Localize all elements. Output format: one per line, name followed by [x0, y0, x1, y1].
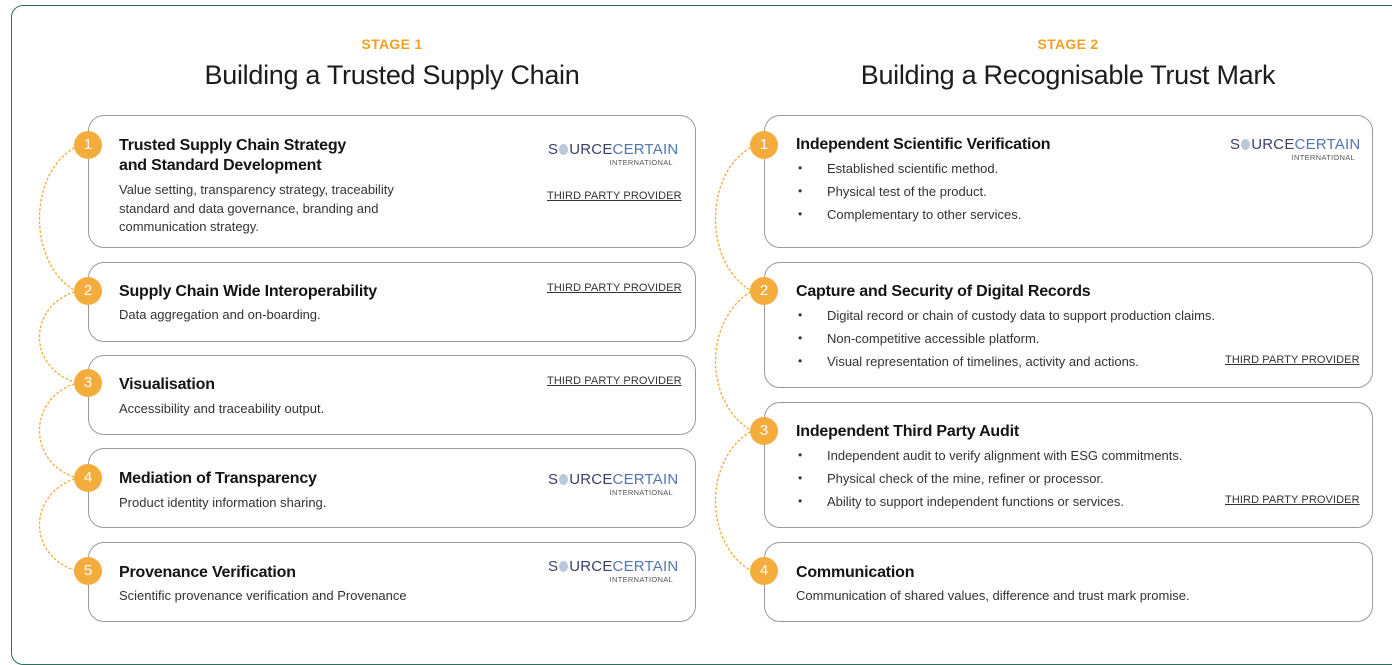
step-number-badge: 2: [74, 277, 102, 305]
step-number-badge: 3: [74, 369, 102, 397]
step-title: Supply Chain Wide Interoperability: [119, 283, 377, 300]
source-certain-logo: S URCECERTAIN INTERNATIONAL: [1230, 136, 1360, 162]
step-number-badge: 2: [750, 277, 778, 305]
source-certain-logo: S URCECERTAIN INTERNATIONAL: [548, 141, 678, 167]
logo-subtext: INTERNATIONAL: [609, 575, 673, 584]
step-title: Communication: [796, 564, 915, 581]
step-number-badge: 4: [74, 464, 102, 492]
third-party-provider-link[interactable]: THIRD PARTY PROVIDER: [547, 190, 682, 202]
step-bullet: Complementary to other services.: [796, 203, 1021, 226]
step-description: Value setting, transparency strategy, tr…: [119, 181, 394, 237]
logo-text: URCE: [1251, 136, 1295, 153]
step-title-line: Trusted Supply Chain Strategy: [119, 137, 347, 154]
logo-dot-icon: [1241, 139, 1251, 150]
stage-2-header: STAGE 2 Building a Recognisable Trust Ma…: [765, 36, 1371, 91]
connector-s1-1-2: [38, 147, 75, 291]
stage1-step-2-card: [88, 262, 696, 342]
connector-s2-2-3: [714, 291, 751, 431]
third-party-provider-link[interactable]: THIRD PARTY PROVIDER: [1225, 354, 1360, 366]
third-party-provider-link[interactable]: THIRD PARTY PROVIDER: [1225, 494, 1360, 506]
connector-s2-3-4: [714, 431, 751, 571]
step-number-badge: 1: [750, 131, 778, 159]
logo-subtext: INTERNATIONAL: [1291, 153, 1355, 162]
logo-text: CERTAIN: [1294, 136, 1361, 153]
stage-title: Building a Recognisable Trust Mark: [860, 60, 1276, 90]
step-title-line: and Standard Development: [119, 157, 322, 174]
third-party-provider-link[interactable]: THIRD PARTY PROVIDER: [547, 282, 682, 294]
logo-text: CERTAIN: [612, 141, 679, 158]
logo-text: CERTAIN: [612, 471, 679, 488]
stage-label: STAGE 2: [1037, 36, 1099, 52]
step-bullet: Physical test of the product.: [796, 180, 1021, 203]
step-description: Product identity information sharing.: [119, 495, 327, 510]
step-number-badge: 3: [750, 417, 778, 445]
step-bullet-list: Digital record or chain of custody data …: [796, 304, 1215, 373]
step-title: Independent Scientific Verification: [796, 136, 1051, 153]
source-certain-logo: S URCECERTAIN INTERNATIONAL: [548, 558, 678, 584]
step-title: Trusted Supply Chain Strategy and Standa…: [119, 136, 346, 176]
stage-1-header: STAGE 1 Building a Trusted Supply Chain: [90, 36, 694, 91]
connector-s1-3-4: [39, 383, 75, 478]
stage-title: Building a Trusted Supply Chain: [204, 60, 580, 90]
logo-dot-icon: [559, 144, 569, 155]
step-description-line: standard and data governance, branding a…: [119, 200, 379, 216]
connector-s1-4-5: [39, 478, 75, 571]
step-description-line: communication strategy.: [119, 219, 259, 234]
logo-text: S: [548, 141, 559, 158]
step-title: Capture and Security of Digital Records: [796, 283, 1091, 300]
step-title: Independent Third Party Audit: [796, 423, 1019, 440]
step-number-badge: 5: [74, 557, 102, 585]
logo-dot-icon: [559, 474, 569, 485]
connector-s1-2-3: [39, 291, 75, 383]
logo-text: S: [548, 471, 559, 488]
step-title: Mediation of Transparency: [119, 470, 317, 487]
third-party-provider-link[interactable]: THIRD PARTY PROVIDER: [547, 375, 682, 387]
step-title: Visualisation: [119, 376, 215, 393]
logo-text: URCE: [569, 471, 613, 488]
stage-label: STAGE 1: [361, 36, 423, 52]
step-description: Data aggregation and on-boarding.: [119, 307, 321, 322]
step-description: Communication of shared values, differen…: [796, 588, 1190, 603]
step-description: Accessibility and traceability output.: [119, 401, 325, 416]
step-bullet: Visual representation of timelines, acti…: [796, 350, 1215, 373]
logo-text: CERTAIN: [612, 558, 679, 575]
step-bullet-list: Independent audit to verify alignment wi…: [796, 444, 1183, 513]
step-title: Provenance Verification: [119, 564, 296, 581]
logo-text: S: [1230, 136, 1241, 153]
step-bullet: Independent audit to verify alignment wi…: [796, 444, 1183, 467]
source-certain-logo: S URCECERTAIN INTERNATIONAL: [548, 471, 678, 497]
step-description-line: Value setting, transparency strategy, tr…: [119, 182, 394, 197]
logo-subtext: INTERNATIONAL: [609, 158, 673, 167]
step-bullet: Established scientific method.: [796, 157, 1021, 180]
step-bullet-list: Established scientific method. Physical …: [796, 157, 1021, 226]
logo-subtext: INTERNATIONAL: [609, 488, 673, 497]
step-bullet: Physical check of the mine, refiner or p…: [796, 467, 1183, 490]
step-number-badge: 4: [750, 557, 778, 585]
stage1-step-3-card: [88, 355, 696, 435]
step-description: Scientific provenance verification and P…: [119, 588, 407, 603]
step-bullet: Non-competitive accessible platform.: [796, 327, 1215, 350]
logo-text: S: [548, 558, 559, 575]
logo-text: URCE: [569, 558, 613, 575]
logo-text: URCE: [569, 141, 613, 158]
connector-s2-1-2: [714, 147, 751, 291]
step-number-badge: 1: [74, 131, 102, 159]
step-bullet: Ability to support independent functions…: [796, 490, 1183, 513]
logo-dot-icon: [559, 561, 569, 572]
step-bullet: Digital record or chain of custody data …: [796, 304, 1215, 327]
